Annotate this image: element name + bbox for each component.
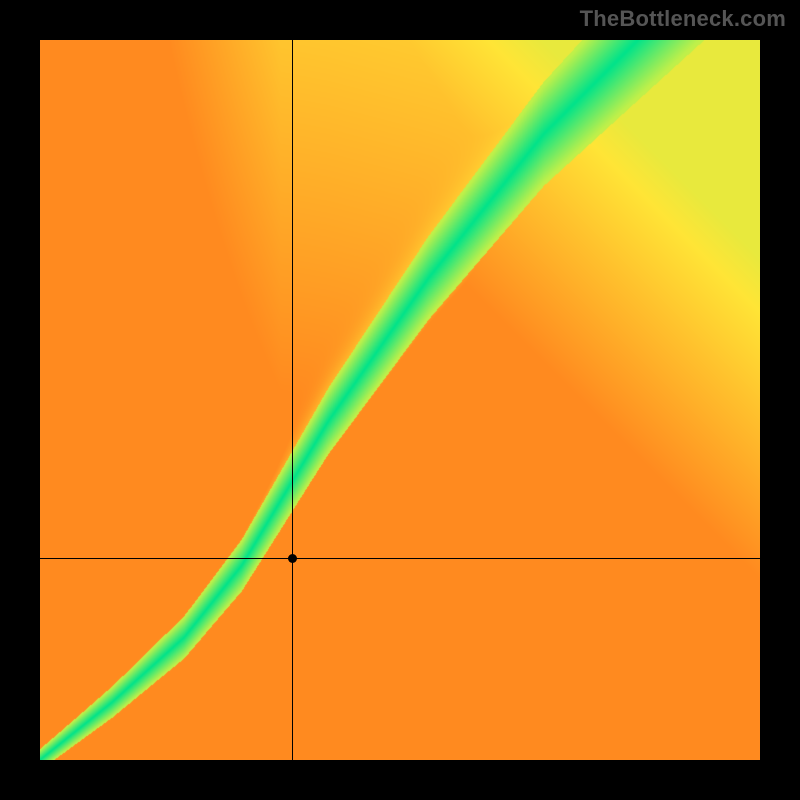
crosshair-vertical (292, 40, 293, 760)
watermark-text: TheBottleneck.com (580, 6, 786, 32)
crosshair-horizontal (40, 558, 760, 559)
heatmap-plot (40, 40, 760, 760)
heatmap-canvas (40, 40, 760, 760)
selected-point (288, 554, 297, 563)
chart-frame: TheBottleneck.com (0, 0, 800, 800)
